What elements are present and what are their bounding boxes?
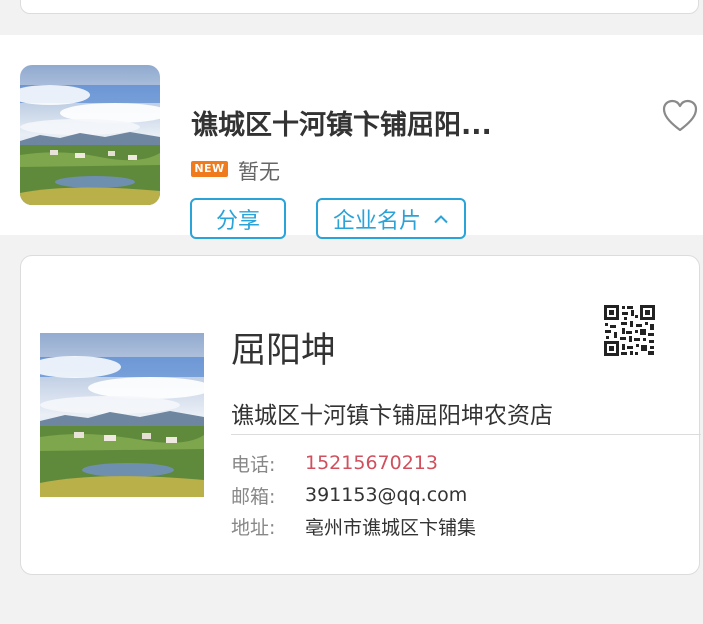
- listing-status: 暂无: [238, 160, 280, 184]
- share-button[interactable]: 分享: [190, 198, 286, 239]
- email-row: 邮箱: 391153@qq.com: [231, 481, 467, 509]
- business-card-toggle-button[interactable]: 企业名片: [316, 198, 466, 239]
- address-value: 亳州市谯城区卞铺集: [305, 516, 477, 539]
- contact-name: 屈阳坤: [231, 331, 337, 371]
- phone-label: 电话:: [231, 453, 276, 476]
- address-row: 地址: 亳州市谯城区卞铺集: [231, 512, 476, 540]
- listing-thumbnail[interactable]: [20, 65, 160, 205]
- business-card-panel: 屈阳坤 谯城区十河镇卞铺屈阳坤农资店 电话: 15215670213 邮箱: 3…: [20, 255, 701, 575]
- listing-title[interactable]: 谯城区十河镇卞铺屈阳...: [191, 103, 492, 142]
- share-button-label: 分享: [215, 208, 260, 234]
- new-badge: NEW: [191, 161, 228, 177]
- listing-item[interactable]: 谯城区十河镇卞铺屈阳... NEW 暂无 分享 企业名片: [0, 35, 703, 239]
- email-value: 391153@qq.com: [305, 484, 468, 506]
- heart-outline-icon[interactable]: [662, 99, 698, 133]
- previous-card-bottom: [20, 0, 699, 14]
- phone-row: 电话: 15215670213: [231, 449, 438, 477]
- address-label: 地址:: [231, 516, 276, 539]
- company-name: 谯城区十河镇卞铺屈阳坤农资店: [231, 403, 553, 429]
- email-label: 邮箱:: [231, 485, 276, 508]
- divider: [231, 434, 701, 435]
- chevron-up-icon: [434, 214, 448, 223]
- phone-number-link[interactable]: 15215670213: [305, 452, 438, 474]
- qr-code-icon[interactable]: [603, 304, 656, 357]
- business-card-button-label: 企业名片: [332, 208, 421, 234]
- business-card-photo: [40, 333, 204, 497]
